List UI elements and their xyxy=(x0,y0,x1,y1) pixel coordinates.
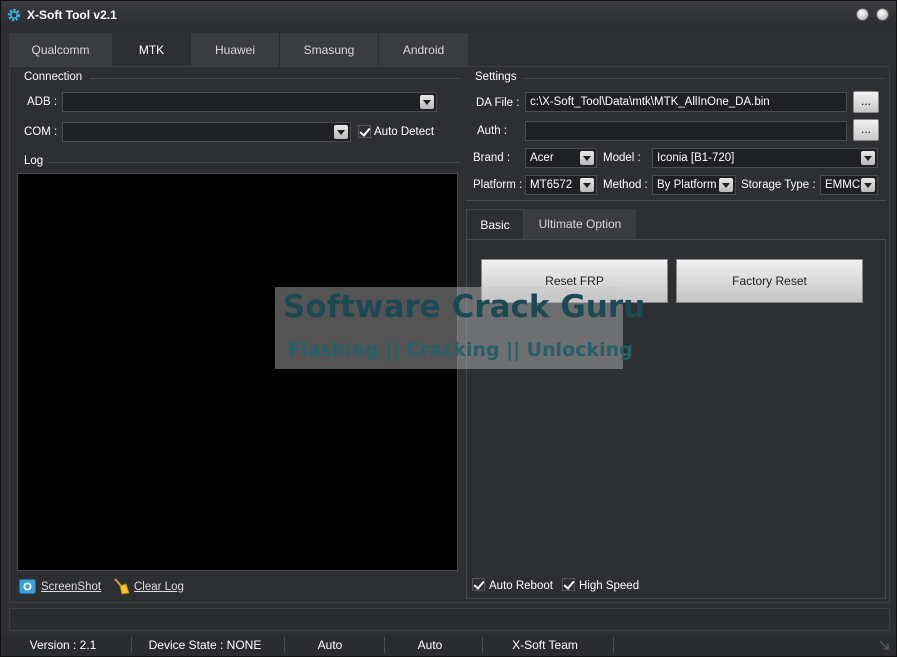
screenshot-link[interactable]: ScreenShot xyxy=(41,581,101,593)
auto-reboot-label: Auto Reboot xyxy=(489,580,553,592)
tab-huawei[interactable]: Huawei xyxy=(191,33,280,66)
brand-label: Brand : xyxy=(473,152,511,164)
tab-mtk[interactable]: MTK xyxy=(113,33,191,66)
clear-log-link[interactable]: Clear Log xyxy=(134,581,184,593)
divider xyxy=(284,637,285,653)
minimize-button[interactable] xyxy=(856,8,869,21)
divider xyxy=(482,637,483,653)
divider xyxy=(131,637,132,653)
tab-basic[interactable]: Basic xyxy=(466,209,524,239)
divider xyxy=(613,637,614,653)
status-device-state: Device State : NONE xyxy=(148,638,262,652)
status-auto-2: Auto xyxy=(417,638,443,652)
platform-select[interactable]: MT6572 xyxy=(525,175,597,195)
chevron-down-icon xyxy=(719,178,733,192)
status-version: Version : 2.1 xyxy=(29,638,97,652)
divider xyxy=(466,200,886,201)
watermark: Software Crack Guru Flashing || Cracking… xyxy=(275,287,645,369)
resize-grip-icon[interactable] xyxy=(878,639,890,651)
close-button[interactable] xyxy=(876,8,889,21)
camera-icon xyxy=(19,579,36,594)
factory-reset-button[interactable]: Factory Reset xyxy=(676,259,863,303)
log-output[interactable] xyxy=(17,173,458,571)
auto-detect-label: Auto Detect xyxy=(374,126,435,138)
gear-icon xyxy=(7,8,21,22)
high-speed-label: High Speed xyxy=(579,580,640,592)
storage-type-select[interactable]: EMMC xyxy=(820,175,878,195)
adb-select[interactable] xyxy=(62,92,437,112)
tab-android[interactable]: Android xyxy=(379,33,469,66)
storage-type-label: Storage Type : xyxy=(741,179,816,191)
model-label: Model : xyxy=(603,152,641,164)
brand-select[interactable]: Acer xyxy=(525,148,597,168)
divider xyxy=(384,637,385,653)
platform-label: Platform : xyxy=(473,179,523,191)
auth-label: Auth : xyxy=(477,125,508,137)
status-bar: Version : 2.1 Device State : NONE Auto A… xyxy=(1,634,896,656)
chevron-down-icon xyxy=(861,178,875,192)
method-select[interactable]: By Platform xyxy=(652,175,736,195)
da-file-field[interactable]: c:\X-Soft_Tool\Data\mtk\MTK_AllInOne_DA.… xyxy=(525,92,847,112)
chevron-down-icon xyxy=(580,178,594,192)
method-value: By Platform xyxy=(657,179,717,191)
chevron-down-icon xyxy=(420,95,434,109)
tab-ultimate-option[interactable]: Ultimate Option xyxy=(524,209,636,239)
auth-browse-button[interactable]: ... xyxy=(853,119,879,141)
da-file-label: DA File : xyxy=(476,97,520,109)
status-auto-1: Auto xyxy=(317,638,343,652)
chevron-down-icon xyxy=(334,125,348,139)
platform-value: MT6572 xyxy=(530,179,573,191)
option-tabs: Basic Ultimate Option xyxy=(466,209,636,239)
auto-detect-checkbox[interactable] xyxy=(358,125,371,138)
window-title: X-Soft Tool v2.1 xyxy=(27,8,117,22)
com-label: COM : xyxy=(24,126,58,138)
settings-group-label: Settings xyxy=(475,71,517,83)
divider xyxy=(90,78,460,79)
divider xyxy=(523,78,885,79)
adb-label: ADB : xyxy=(27,96,58,108)
auto-reboot-checkbox[interactable] xyxy=(472,578,485,591)
log-group-label: Log xyxy=(24,155,44,167)
tab-smasung[interactable]: Smasung xyxy=(280,33,379,66)
storage-type-value: EMMC xyxy=(825,179,861,191)
watermark-title: Software Crack Guru xyxy=(283,289,646,325)
tab-qualcomm[interactable]: Qualcomm xyxy=(9,33,113,66)
auth-field[interactable] xyxy=(525,121,847,141)
com-select[interactable] xyxy=(62,122,351,142)
da-file-browse-button[interactable]: ... xyxy=(853,91,879,113)
status-team: X-Soft Team xyxy=(512,638,578,652)
app-window: X-Soft Tool v2.1 Qualcomm MTK Huawei Sma… xyxy=(0,0,897,657)
divider xyxy=(48,162,460,163)
main-tabs: Qualcomm MTK Huawei Smasung Android xyxy=(9,33,469,66)
chevron-down-icon xyxy=(861,151,875,165)
title-bar: X-Soft Tool v2.1 xyxy=(1,1,896,29)
model-value: Iconia [B1-720] xyxy=(657,152,735,164)
broom-icon xyxy=(114,578,130,595)
connection-group-label: Connection xyxy=(24,71,83,83)
high-speed-checkbox[interactable] xyxy=(562,578,575,591)
chevron-down-icon xyxy=(580,151,594,165)
progress-bar xyxy=(9,608,890,631)
model-select[interactable]: Iconia [B1-720] xyxy=(652,148,878,168)
brand-value: Acer xyxy=(530,152,554,164)
method-label: Method : xyxy=(603,179,648,191)
watermark-subtitle: Flashing || Cracking || Unlocking xyxy=(288,339,633,361)
